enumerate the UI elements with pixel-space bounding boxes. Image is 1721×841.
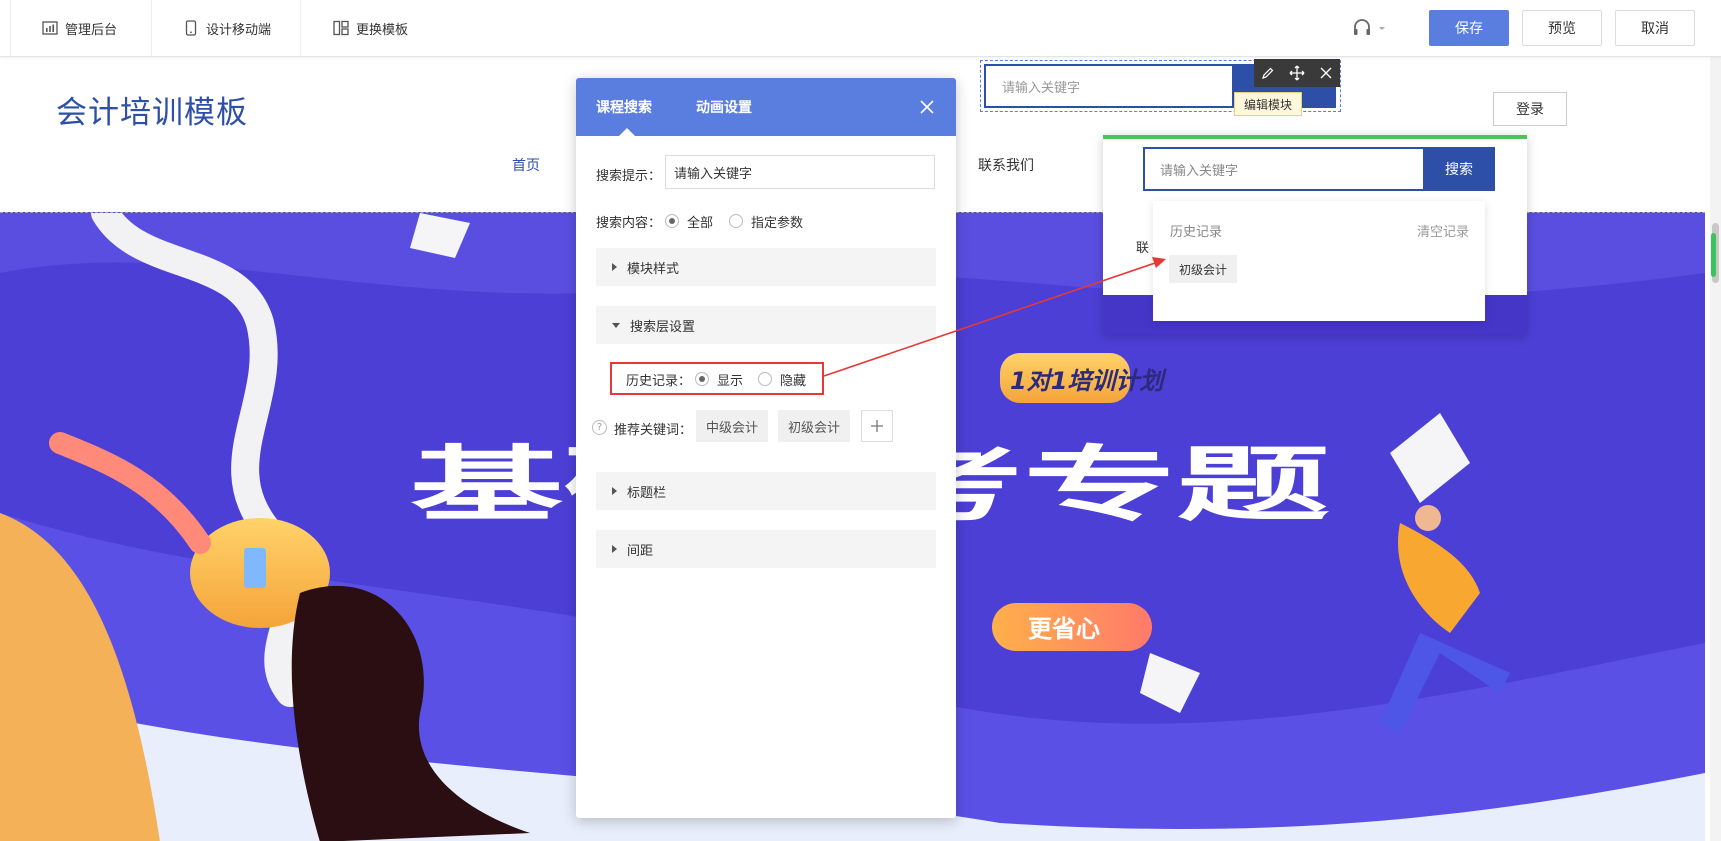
template-icon <box>333 20 349 36</box>
keywords-label: 推荐关键词： <box>614 423 693 438</box>
help-icon[interactable]: ? <box>592 420 607 435</box>
support-menu[interactable] <box>1352 18 1392 38</box>
edit-module-tooltip: 编辑模块 <box>1234 92 1303 116</box>
toolbar-divider <box>300 0 301 56</box>
add-keyword-button[interactable] <box>861 410 893 442</box>
section-spacing-label: 间距 <box>627 543 654 559</box>
section-search-layer-label: 搜索层设置 <box>630 319 696 335</box>
search-content-label: 搜索内容： <box>596 216 662 231</box>
course-search-settings-panel: 课程搜索 动画设置 搜索提示： 请输入关键字 搜索内容： 全部 指定参数 模块样… <box>576 78 956 818</box>
search-layer-preview: 请输入关键字 搜索 联 历史记录 清空记录 初级会计 <box>1103 135 1527 335</box>
site-search-input[interactable]: 请输入关键字 <box>984 64 1234 108</box>
change-template-link[interactable]: 更换模板 <box>333 0 408 56</box>
section-search-layer[interactable]: 搜索层设置 <box>596 306 936 344</box>
history-heading: 历史记录 <box>1170 225 1223 240</box>
move-icon[interactable] <box>1287 63 1307 83</box>
cancel-button[interactable]: 取消 <box>1615 10 1695 46</box>
plus-icon <box>871 420 883 432</box>
search-history-dropdown: 历史记录 清空记录 初级会计 <box>1153 201 1485 321</box>
history-show-label: 显示 <box>717 374 744 389</box>
search-hint-label: 搜索提示： <box>596 169 662 184</box>
expand-arrow-icon <box>612 545 617 553</box>
panel-header: 课程搜索 动画设置 <box>576 78 956 136</box>
preview-button[interactable]: 预览 <box>1522 10 1602 46</box>
section-module-style-label: 模块样式 <box>627 261 680 277</box>
collapse-arrow-icon <box>612 322 620 328</box>
option-specific-label: 指定参数 <box>751 216 804 231</box>
mobile-icon <box>185 20 197 36</box>
preview-search-input[interactable]: 请输入关键字 <box>1143 147 1425 191</box>
toolbar-divider <box>151 0 152 56</box>
expand-arrow-icon <box>612 263 617 271</box>
nav-home[interactable]: 首页 <box>512 155 540 175</box>
radio-content-specific[interactable] <box>729 214 743 228</box>
editor-toolbar: 管理后台 设计移动端 更换模板 保存 预览 取消 <box>0 0 1721 57</box>
active-tab-caret <box>619 128 635 136</box>
clear-history-link[interactable]: 清空记录 <box>1417 221 1469 240</box>
radio-history-show[interactable] <box>695 372 709 386</box>
scroll-position-marker <box>1711 233 1716 277</box>
admin-link[interactable]: 管理后台 <box>42 0 117 56</box>
mobile-design-link[interactable]: 设计移动端 <box>183 0 271 56</box>
save-button[interactable]: 保存 <box>1429 10 1509 46</box>
section-title-bar-label: 标题栏 <box>627 485 667 501</box>
nav-contact[interactable]: 联系我们 <box>978 155 1034 175</box>
search-hint-input[interactable]: 请输入关键字 <box>665 155 935 189</box>
section-module-style[interactable]: 模块样式 <box>596 248 936 286</box>
admin-label: 管理后台 <box>65 22 118 38</box>
section-spacing[interactable]: 间距 <box>596 530 936 568</box>
login-button[interactable]: 登录 <box>1493 92 1567 126</box>
option-all-label: 全部 <box>687 216 714 231</box>
radio-history-hide[interactable] <box>758 372 772 386</box>
history-tag[interactable]: 初级会计 <box>1169 255 1238 283</box>
history-hide-label: 隐藏 <box>780 374 807 389</box>
toolbar-divider <box>10 0 11 56</box>
tab-animation-settings[interactable]: 动画设置 <box>696 78 752 136</box>
expand-arrow-icon <box>612 487 617 495</box>
close-icon[interactable] <box>918 98 936 116</box>
template-label: 更换模板 <box>356 22 409 38</box>
keyword-tag[interactable]: 中级会计 <box>696 410 769 442</box>
delete-module-icon[interactable] <box>1316 63 1336 83</box>
mobile-label: 设计移动端 <box>206 22 272 38</box>
history-label: 历史记录： <box>626 374 692 389</box>
preview-partial-nav: 联 <box>1136 241 1150 256</box>
headset-icon <box>1354 19 1385 35</box>
banner-pill-text: 更省心 <box>1028 615 1100 643</box>
radio-content-all[interactable] <box>665 214 679 228</box>
edit-pencil-icon[interactable] <box>1258 63 1278 83</box>
banner-tag-text: 1对1培训计划 <box>1010 367 1167 395</box>
section-title-bar[interactable]: 标题栏 <box>596 472 936 510</box>
preview-search-button[interactable]: 搜索 <box>1423 147 1495 191</box>
page-scrollbar[interactable] <box>1710 57 1721 841</box>
module-edit-tools <box>1254 59 1340 87</box>
keyword-tag[interactable]: 初级会计 <box>778 410 851 442</box>
site-title[interactable]: 会计培训模板 <box>56 87 248 132</box>
chart-icon <box>42 21 58 35</box>
